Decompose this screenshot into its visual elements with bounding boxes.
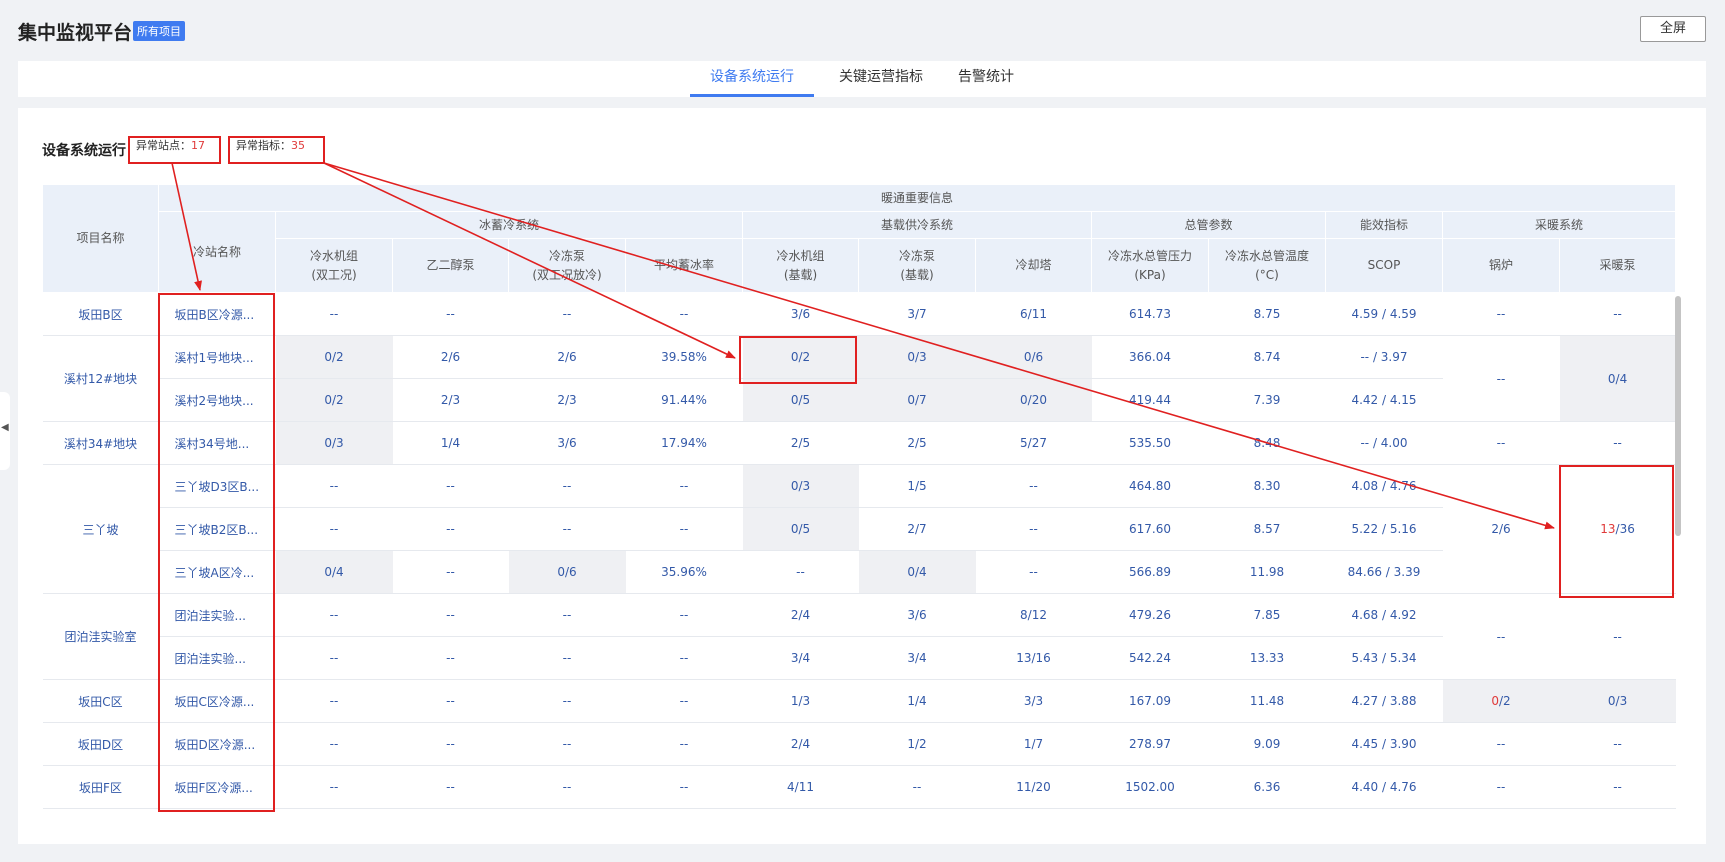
annotation-arrow-to-stations <box>171 162 202 291</box>
annotation-box-station-column <box>158 293 275 812</box>
annotation-overlay <box>128 136 1674 812</box>
annotation-box-abnormal-metrics <box>228 136 325 164</box>
annotation-box-chiller-cell <box>739 336 857 384</box>
annotation-arrow-to-heating-pump <box>323 162 1555 530</box>
annotation-box-abnormal-sites <box>128 136 221 164</box>
annotation-arrow-to-chiller <box>323 162 736 359</box>
annotation-box-heating-pump-cell <box>1559 465 1674 598</box>
